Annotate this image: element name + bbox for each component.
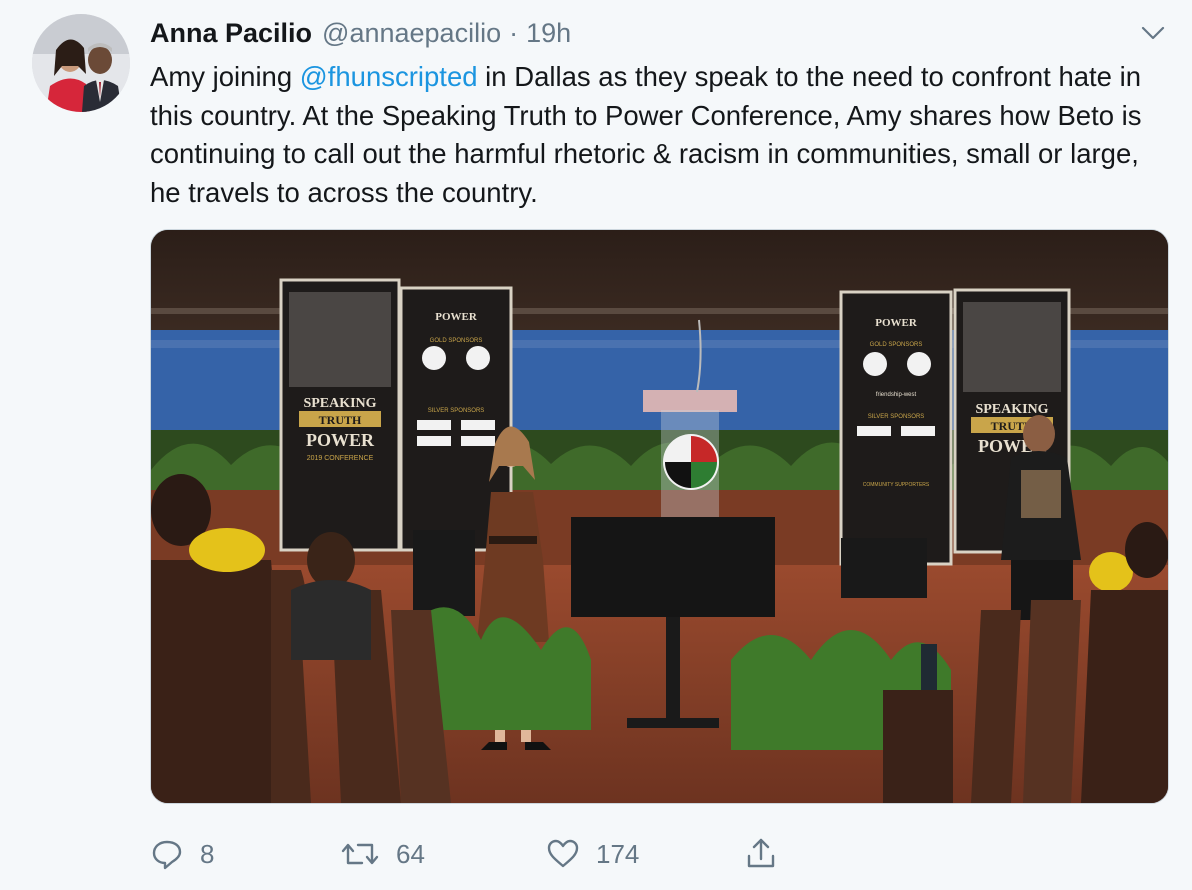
stage-photo: SPEAKING TRUTH POWER 2019 CONFERENCE POW…	[151, 230, 1168, 803]
banner-text: SILVER SPONSORS	[428, 408, 485, 414]
banner-text: SILVER SPONSORS	[868, 414, 925, 420]
tweet-text-part: Amy joining	[150, 61, 300, 92]
reply-count: 8	[200, 838, 215, 869]
avatar[interactable]	[32, 14, 130, 112]
banner-text: SPEAKING	[975, 402, 1048, 417]
retweet-icon	[341, 843, 379, 865]
banner-text: TRUTH	[319, 413, 362, 427]
reply-button[interactable]: 8	[150, 832, 214, 876]
banner-text: friendship-west	[876, 392, 917, 398]
like-icon	[547, 839, 579, 868]
separator-dot: ·	[509, 18, 519, 48]
reply-icon	[152, 840, 182, 870]
banner-text: 2019 CONFERENCE	[307, 455, 374, 462]
like-button[interactable]: 174	[546, 832, 639, 876]
banner-text: COMMUNITY SUPPORTERS	[863, 482, 930, 488]
retweet-button[interactable]: 64	[340, 832, 425, 876]
chevron-down-icon[interactable]	[1140, 22, 1166, 44]
tweet[interactable]: Anna Pacilio @annaepacilio · 19h Amy joi…	[0, 0, 1192, 890]
like-count: 174	[596, 838, 640, 869]
author-handle[interactable]: @annaepacilio	[322, 18, 501, 49]
share-icon	[747, 838, 775, 868]
banner-text: POWER	[875, 317, 918, 329]
author-name[interactable]: Anna Pacilio	[150, 18, 312, 49]
banner-text: GOLD SPONSORS	[430, 338, 483, 344]
avatar-photo	[32, 14, 130, 112]
tweet-media-photo[interactable]: SPEAKING TRUTH POWER 2019 CONFERENCE POW…	[150, 229, 1169, 804]
timestamp[interactable]: 19h	[526, 18, 571, 49]
share-button[interactable]	[744, 832, 778, 876]
banner-text: GOLD SPONSORS	[870, 342, 923, 348]
tweet-actions: 8 64 174	[150, 832, 850, 876]
banner-text: SPEAKING	[303, 396, 376, 411]
tweet-text: Amy joining @fhunscripted in Dallas as t…	[150, 58, 1170, 212]
mention-link[interactable]: @fhunscripted	[300, 61, 478, 92]
banner-text: POWER	[435, 311, 478, 323]
retweet-count: 64	[396, 838, 425, 869]
banner-text: POWER	[306, 430, 375, 450]
tweet-header: Anna Pacilio @annaepacilio · 19h	[150, 18, 571, 52]
